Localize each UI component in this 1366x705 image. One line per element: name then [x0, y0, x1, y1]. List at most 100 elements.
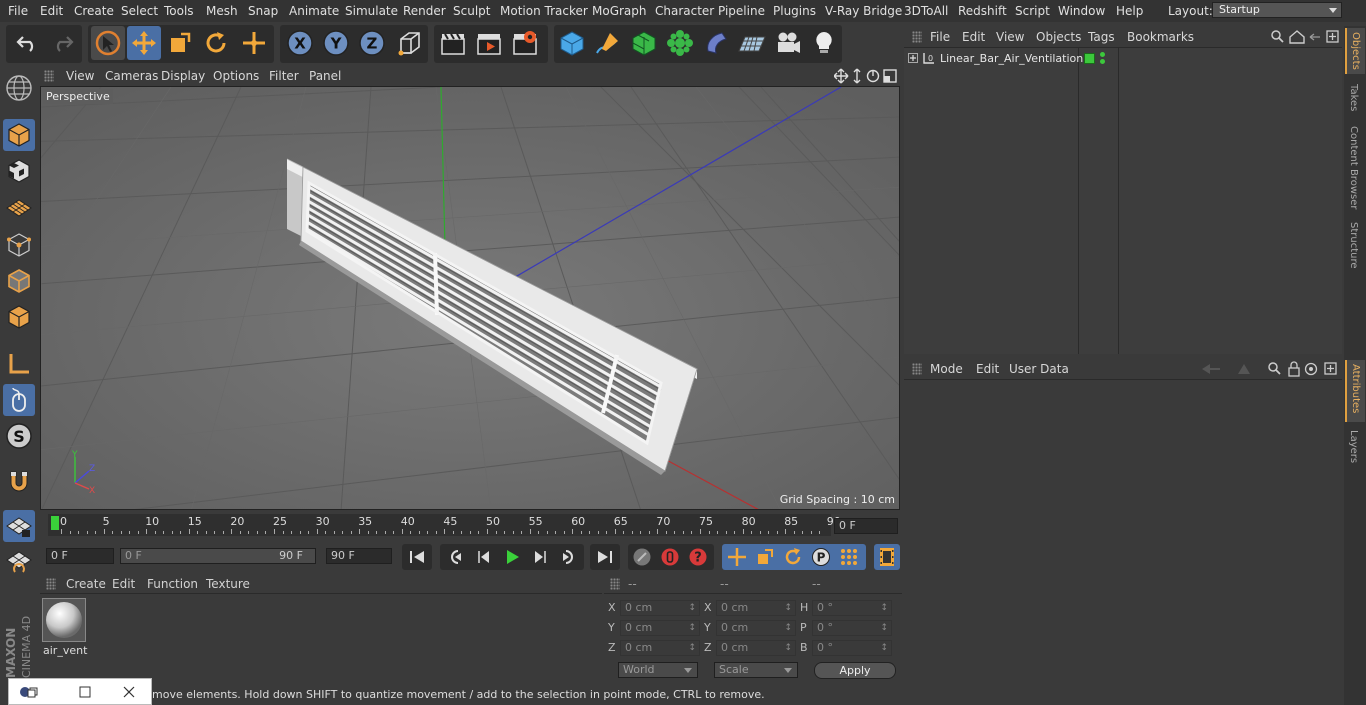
stepper-arrows-icon[interactable]: ↕: [688, 621, 696, 635]
floor-environment-button[interactable]: [735, 26, 769, 60]
panel-grip-icon[interactable]: [44, 70, 54, 82]
key-pla-button[interactable]: [836, 545, 862, 569]
stepper-arrows-icon[interactable]: ↕: [784, 601, 792, 615]
material-menu-function[interactable]: Function: [147, 577, 198, 591]
object-row[interactable]: 0 Linear_Bar_Air_Ventilation: [904, 50, 1342, 68]
panel-grip-icon[interactable]: [610, 578, 620, 590]
editor-visibility-dot[interactable]: [1100, 52, 1105, 57]
render-to-picture-viewer-button[interactable]: [472, 26, 506, 60]
make-editable-button[interactable]: [3, 72, 35, 104]
size-mode-dropdown[interactable]: Scale: [714, 662, 798, 678]
viewport-menu-view[interactable]: View: [66, 69, 94, 83]
render-settings-button[interactable]: [508, 26, 542, 60]
coord-value-field[interactable]: 0 cm ↕: [620, 640, 700, 656]
camera-button[interactable]: [771, 26, 805, 60]
material-menu-texture[interactable]: Texture: [206, 577, 250, 591]
layout-dropdown[interactable]: Startup: [1212, 2, 1342, 18]
subdivision-surface-button[interactable]: [627, 26, 661, 60]
menu-tools[interactable]: Tools: [164, 4, 194, 18]
viewport-menu-filter[interactable]: Filter: [269, 69, 299, 83]
texture-mode-button[interactable]: [3, 155, 35, 187]
solo-button[interactable]: S: [3, 420, 35, 452]
objects-menu-edit[interactable]: Edit: [962, 30, 985, 44]
menu-file[interactable]: File: [8, 4, 28, 18]
coord-value-field[interactable]: 0 cm ↕: [716, 640, 796, 656]
timeline-ruler[interactable]: 051015202530354045505560657075808590 0 F: [40, 512, 902, 542]
menu-window[interactable]: Window: [1058, 4, 1105, 18]
workplane-lock-button[interactable]: [3, 510, 35, 542]
stepper-arrows-icon[interactable]: ↕: [688, 601, 696, 615]
points-mode-button[interactable]: [3, 229, 35, 261]
tab-takes[interactable]: Takes: [1345, 80, 1365, 116]
end-frame-field[interactable]: 90 F: [326, 548, 392, 564]
menu-render[interactable]: Render: [403, 4, 446, 18]
objects-menu-bookmarks[interactable]: Bookmarks: [1127, 30, 1194, 44]
search-icon[interactable]: [1268, 362, 1281, 375]
edges-mode-button[interactable]: [3, 265, 35, 297]
menu-create[interactable]: Create: [74, 4, 114, 18]
menu-3dtoall[interactable]: 3DToAll: [904, 4, 948, 18]
coord-value-field[interactable]: 0 ° ↕: [812, 640, 892, 656]
panel-grip-icon[interactable]: [912, 363, 922, 375]
tab-content-browser[interactable]: Content Browser: [1345, 122, 1365, 210]
viewport-menu-cameras[interactable]: Cameras: [105, 69, 158, 83]
render-view-button[interactable]: [436, 26, 470, 60]
tweak-mode-button[interactable]: [3, 384, 35, 416]
object-name[interactable]: Linear_Bar_Air_Ventilation: [940, 52, 1083, 65]
menu-redshift[interactable]: Redshift: [958, 4, 1007, 18]
zoom-view-icon[interactable]: [853, 68, 861, 84]
tab-attributes[interactable]: Attributes: [1345, 360, 1365, 422]
render-visibility-dot[interactable]: [1100, 59, 1105, 64]
tab-structure[interactable]: Structure: [1345, 218, 1365, 274]
menu-vray-bridge[interactable]: V-Ray Bridge: [825, 4, 902, 18]
menu-mesh[interactable]: Mesh: [206, 4, 238, 18]
menu-sculpt[interactable]: Sculpt: [453, 4, 490, 18]
stepper-arrows-icon[interactable]: ↕: [784, 621, 792, 635]
material-swatch[interactable]: air_vent: [42, 598, 87, 657]
rotate-tool-button[interactable]: [199, 26, 233, 60]
polygons-mode-button[interactable]: [3, 301, 35, 333]
key-rotation-button[interactable]: [780, 545, 806, 569]
keyframe-selection-button[interactable]: ?: [686, 545, 710, 569]
x-axis-lock-button[interactable]: X: [283, 26, 317, 60]
maximize-window-button[interactable]: [75, 683, 95, 701]
autokey-button[interactable]: [658, 545, 682, 569]
cloner-button[interactable]: [663, 26, 697, 60]
tab-objects[interactable]: Objects: [1345, 28, 1365, 74]
goto-start-button[interactable]: [402, 544, 432, 570]
restore-window-button[interactable]: [15, 683, 43, 701]
prev-frame-button[interactable]: [470, 544, 498, 570]
material-menu-create[interactable]: Create: [66, 577, 106, 591]
menu-select[interactable]: Select: [121, 4, 158, 18]
z-axis-lock-button[interactable]: Z: [355, 26, 389, 60]
goto-end-button[interactable]: [590, 544, 620, 570]
coord-value-field[interactable]: 0 cm ↕: [716, 620, 796, 636]
apply-button[interactable]: Apply: [814, 662, 896, 679]
viewport-menu-options[interactable]: Options: [213, 69, 259, 83]
key-position-button[interactable]: [724, 545, 750, 569]
menu-snap[interactable]: Snap: [248, 4, 278, 18]
menu-plugins[interactable]: Plugins: [773, 4, 816, 18]
attributes-menu-edit[interactable]: Edit: [976, 362, 999, 376]
lock-icon[interactable]: [1288, 361, 1300, 377]
key-parameter-button[interactable]: P: [808, 545, 834, 569]
pan-view-icon[interactable]: [834, 68, 849, 84]
select-tool-button[interactable]: [91, 26, 125, 60]
coordinate-system-button[interactable]: [392, 26, 426, 60]
stepper-arrows-icon[interactable]: ↕: [880, 621, 888, 635]
back-icon[interactable]: [1309, 33, 1320, 41]
new-view-icon[interactable]: [1324, 362, 1337, 375]
attributes-menu-user-data[interactable]: User Data: [1009, 362, 1069, 376]
record-keys-button[interactable]: [630, 545, 654, 569]
objects-menu-file[interactable]: File: [930, 30, 950, 44]
nav-back-icon[interactable]: [1202, 364, 1220, 374]
objects-menu-view[interactable]: View: [996, 30, 1024, 44]
prev-key-button[interactable]: [442, 544, 470, 570]
key-scale-button[interactable]: [752, 545, 778, 569]
undo-button[interactable]: [10, 26, 44, 60]
viewport-menu-display[interactable]: Display: [161, 69, 205, 83]
light-button[interactable]: [807, 26, 841, 60]
play-button[interactable]: [498, 544, 526, 570]
material-menu-edit[interactable]: Edit: [112, 577, 135, 591]
menu-motion-tracker[interactable]: Motion Tracker: [500, 4, 588, 18]
